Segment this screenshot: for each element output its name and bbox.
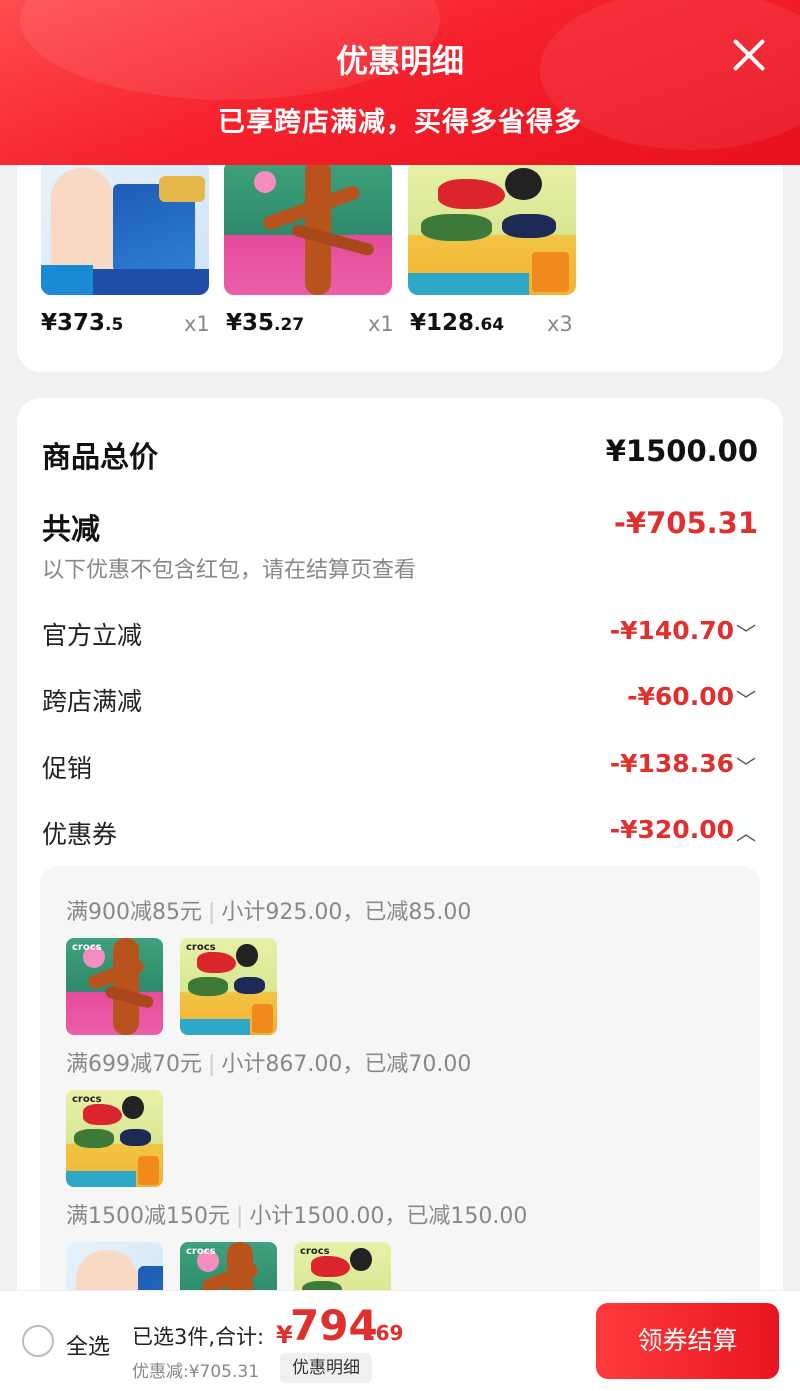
product-thumb-shoes: [408, 160, 576, 295]
product-thumb-tree: [224, 160, 392, 295]
discount-item-label: 促销: [42, 754, 93, 783]
discount-detail-button[interactable]: 优惠明细: [280, 1353, 372, 1383]
total-price-row: 商品总价 ¥1500.00: [42, 434, 758, 476]
total-reduced-label: 共减: [42, 512, 101, 546]
select-all-radio[interactable]: [22, 1325, 54, 1357]
total-amount-decimal: .69: [368, 1321, 404, 1345]
product-price: ¥35.27: [226, 310, 305, 336]
header-banner: 优惠明细 已享跨店满减，买得多省得多: [0, 0, 800, 165]
product-price: ¥373.5: [41, 310, 124, 336]
discount-item-label: 官方立减: [42, 621, 143, 650]
coupon-line: 满1500减150元 | 小计1500.00，已减150.00: [66, 1204, 528, 1229]
discount-item-value: -¥138.36: [609, 749, 734, 778]
coupon-product-thumb: crocs: [66, 1090, 163, 1187]
chevron-down-icon: ﹀: [736, 755, 756, 779]
discount-note: 以下优惠不包含红包，请在结算页查看: [42, 558, 417, 583]
product-qty: x3: [547, 312, 573, 336]
chevron-up-icon: ︿: [736, 821, 756, 845]
coupon-detail-box: 满900减85元 | 小计925.00，已减85.00 crocs crocs 满6…: [40, 866, 760, 1306]
coupon-product-thumb: crocs: [66, 938, 163, 1035]
total-price-label: 商品总价: [42, 440, 159, 474]
discount-item-label: 优惠券: [42, 820, 118, 849]
total-price-value: ¥1500.00: [605, 434, 758, 468]
total-reduced-value: -¥705.31: [613, 506, 758, 540]
product-qty: x1: [184, 312, 210, 336]
chevron-down-icon: ﹀: [736, 622, 756, 646]
discount-item-value: -¥140.70: [609, 616, 734, 645]
product-qty: x1: [368, 312, 394, 336]
discount-item-label: 跨店满减: [42, 687, 143, 716]
selected-count: 已选3件,合计:: [132, 1325, 265, 1349]
chevron-down-icon: ﹀: [736, 688, 756, 712]
discount-item-coupon[interactable]: 优惠券 -¥320.00 ︿: [42, 815, 758, 851]
checkout-bar: 全选 已选3件,合计: ¥ 794 .69 优惠减:¥705.31 优惠明细 领…: [0, 1290, 800, 1391]
discount-summary: 优惠减:¥705.31: [132, 1362, 260, 1382]
close-icon[interactable]: [728, 34, 770, 76]
coupon-line: 满699减70元 | 小计867.00，已减70.00: [66, 1052, 472, 1077]
product-thumb-milk: [41, 160, 209, 295]
product-price: ¥128.64: [410, 310, 505, 336]
discount-item-value: -¥320.00: [609, 815, 734, 844]
discount-item-value: -¥60.00: [627, 682, 734, 711]
page-title: 优惠明细: [335, 42, 464, 80]
header-subtitle: 已享跨店满减，买得多省得多: [218, 107, 582, 138]
select-all-label[interactable]: 全选: [66, 1329, 110, 1361]
total-amount: 794: [290, 1301, 378, 1350]
coupon-line: 满900减85元 | 小计925.00，已减85.00: [66, 900, 472, 925]
discount-item-official[interactable]: 官方立减 -¥140.70 ﹀: [42, 616, 758, 652]
total-reduced-row: 共减 -¥705.31: [42, 506, 758, 548]
discount-item-crossstore[interactable]: 跨店满减 -¥60.00 ﹀: [42, 682, 758, 718]
checkout-button[interactable]: 领券结算: [596, 1303, 779, 1379]
coupon-product-thumb: crocs: [180, 938, 277, 1035]
discount-item-promotion[interactable]: 促销 -¥138.36 ﹀: [42, 749, 758, 785]
